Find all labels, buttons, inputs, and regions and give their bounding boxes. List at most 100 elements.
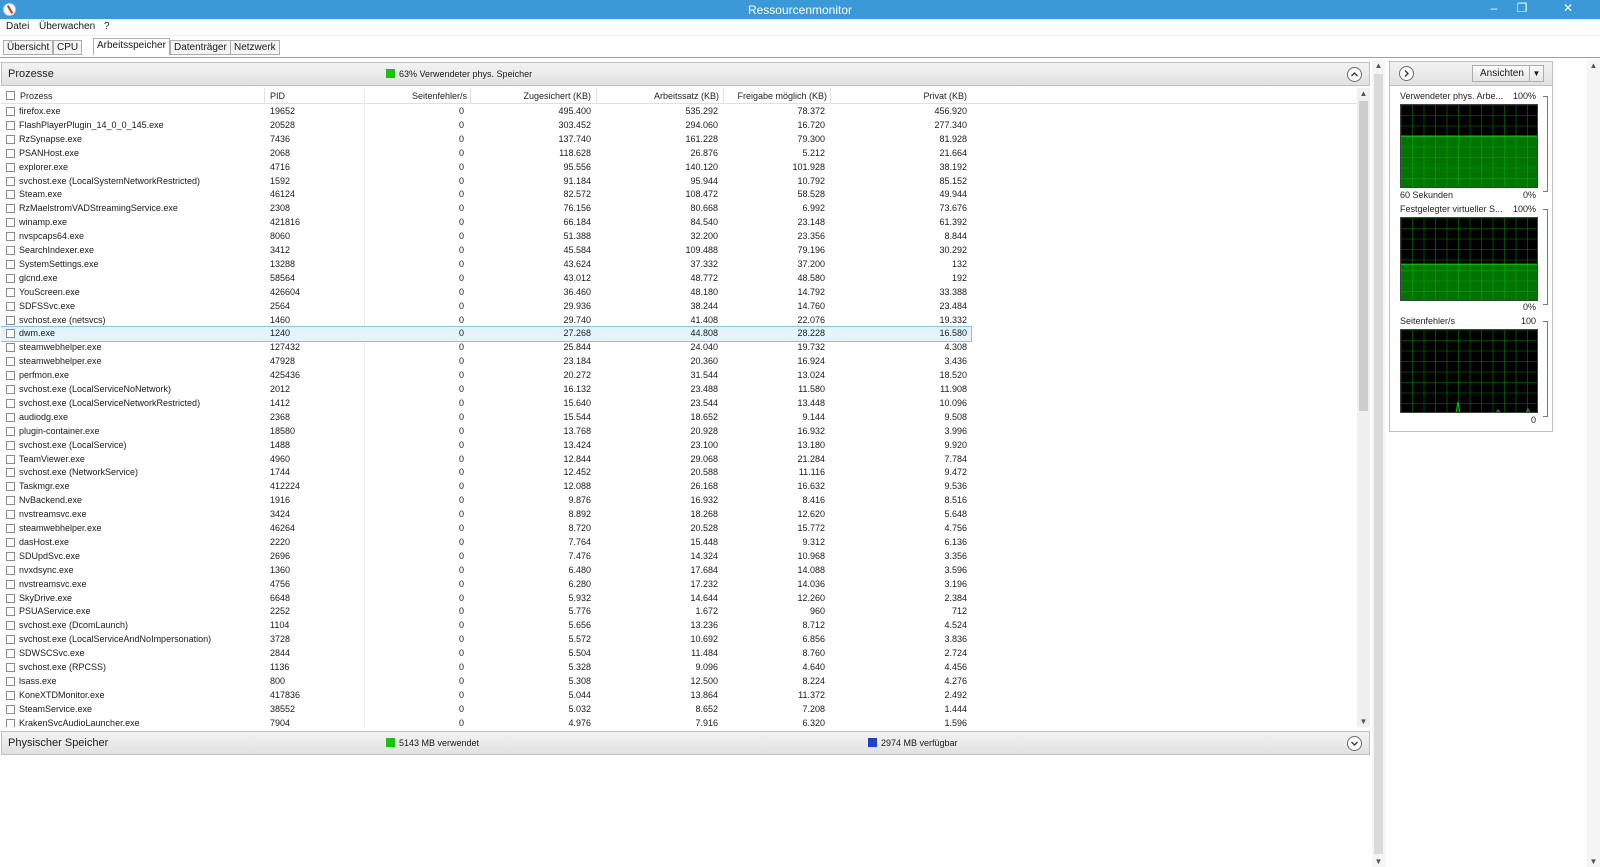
- column-header-process[interactable]: Prozess: [20, 91, 53, 101]
- table-row[interactable]: SkyDrive.exe 6648 0 5.932 14.644 12.260 2.384: [1, 592, 971, 606]
- table-row[interactable]: steamwebhelper.exe 46264 0 8.720 20.528 15.77…: [1, 522, 971, 536]
- table-row[interactable]: nvspcaps64.exe 8060 0 51.388 32.200 23.356 8.8…: [1, 230, 971, 244]
- row-checkbox[interactable]: [6, 635, 15, 645]
- row-checkbox[interactable]: [6, 287, 15, 297]
- row-checkbox[interactable]: [6, 510, 15, 520]
- toggle-side-panel-button[interactable]: [1399, 66, 1414, 81]
- table-row[interactable]: SearchIndexer.exe 3412 0 45.584 109.488 79.19…: [1, 244, 971, 258]
- row-checkbox[interactable]: [6, 273, 15, 283]
- row-checkbox[interactable]: [6, 398, 15, 408]
- menu-datei[interactable]: Datei: [6, 21, 29, 32]
- row-checkbox[interactable]: [6, 246, 15, 255]
- table-row[interactable]: PSUAService.exe 2252 0 5.776 1.672 960 712: [1, 605, 971, 619]
- scrollbar-thumb[interactable]: [1359, 101, 1368, 411]
- row-checkbox[interactable]: [6, 704, 15, 714]
- tab-datentraeger[interactable]: Datenträger: [170, 40, 231, 55]
- table-row[interactable]: nvxdsync.exe 1360 0 6.480 17.684 14.088 3.596: [1, 564, 971, 578]
- row-checkbox[interactable]: [6, 357, 15, 367]
- table-row[interactable]: plugin-container.exe 18580 0 13.768 20.928 16…: [1, 425, 971, 439]
- tab-arbeitsspeicher[interactable]: Arbeitsspeicher: [93, 38, 170, 55]
- side-scroll-down-icon[interactable]: ▼: [1587, 857, 1600, 866]
- main-scroll-up-icon[interactable]: ▲: [1372, 61, 1385, 70]
- views-button[interactable]: Ansichten ▼: [1472, 65, 1544, 82]
- scroll-up-arrow-icon[interactable]: ▲: [1357, 89, 1370, 98]
- table-row[interactable]: lsass.exe 800 0 5.308 12.500 8.224 4.276: [1, 675, 971, 689]
- row-checkbox[interactable]: [6, 537, 15, 547]
- restore-button[interactable]: ❐: [1508, 0, 1536, 19]
- table-row[interactable]: nvstreamsvc.exe 4756 0 6.280 17.232 14.036 3.1…: [1, 578, 971, 592]
- table-row[interactable]: SteamService.exe 38552 0 5.032 8.652 7.208 1.4…: [1, 703, 971, 717]
- tab-uebersicht[interactable]: Übersicht: [3, 40, 54, 55]
- row-checkbox[interactable]: [6, 565, 15, 575]
- row-checkbox[interactable]: [6, 690, 15, 700]
- row-checkbox[interactable]: [6, 232, 15, 242]
- select-all-checkbox[interactable]: [6, 91, 15, 100]
- row-checkbox[interactable]: [6, 148, 15, 158]
- table-row[interactable]: svchost.exe (netsvcs) 1460 0 29.740 41.408 22…: [1, 314, 971, 328]
- column-divider[interactable]: [723, 88, 724, 103]
- main-scrollbar[interactable]: ▲ ▼: [1372, 60, 1385, 867]
- table-row[interactable]: steamwebhelper.exe 47928 0 23.184 20.360 16.9…: [1, 355, 971, 369]
- row-checkbox[interactable]: [6, 593, 15, 603]
- table-row[interactable]: Taskmgr.exe 412224 0 12.088 26.168 16.632 9.53…: [1, 480, 971, 494]
- table-row[interactable]: SDUpdSvc.exe 2696 0 7.476 14.324 10.968 3.356: [1, 550, 971, 564]
- row-checkbox[interactable]: [6, 426, 15, 436]
- collapse-processes-button[interactable]: [1347, 67, 1362, 82]
- row-checkbox[interactable]: [6, 524, 15, 533]
- row-checkbox[interactable]: [6, 468, 15, 478]
- column-header-working-set[interactable]: Arbeitssatz (KB): [601, 91, 719, 101]
- main-scrollbar-thumb[interactable]: [1374, 74, 1383, 854]
- row-checkbox[interactable]: [6, 162, 15, 172]
- row-checkbox[interactable]: [6, 412, 15, 422]
- main-scroll-down-icon[interactable]: ▼: [1372, 857, 1385, 866]
- row-checkbox[interactable]: [6, 120, 15, 130]
- row-checkbox[interactable]: [6, 579, 15, 589]
- column-header-pid[interactable]: PID: [270, 91, 285, 101]
- table-row[interactable]: NvBackend.exe 1916 0 9.876 16.932 8.416 8.516: [1, 494, 971, 508]
- table-row[interactable]: KrakenSvcAudioLauncher.exe 7904 0 4.976 7.91…: [1, 717, 971, 727]
- physical-memory-header[interactable]: Physischer Speicher 5143 MB verwendet 29…: [1, 731, 1370, 755]
- table-row[interactable]: nvstreamsvc.exe 3424 0 8.892 18.268 12.620 5.6…: [1, 508, 971, 522]
- table-row[interactable]: KoneXTDMonitor.exe 417836 0 5.044 13.864 11.3…: [1, 689, 971, 703]
- row-checkbox[interactable]: [6, 607, 15, 617]
- table-row[interactable]: svchost.exe (LocalSystemNetworkRestricte…: [1, 175, 971, 189]
- menu-help[interactable]: ?: [104, 21, 110, 32]
- column-divider[interactable]: [470, 88, 471, 103]
- table-row[interactable]: RzMaelstromVADStreamingService.exe 2308 0 7…: [1, 202, 971, 216]
- table-row[interactable]: glcnd.exe 58564 0 43.012 48.772 48.580 192: [1, 272, 971, 286]
- table-row[interactable]: svchost.exe (RPCSS) 1136 0 5.328 9.096 4.640 4…: [1, 661, 971, 675]
- row-checkbox[interactable]: [6, 496, 15, 506]
- table-row[interactable]: TeamViewer.exe 4960 0 12.844 29.068 21.284 7.7…: [1, 453, 971, 467]
- process-table-scrollbar[interactable]: ▲ ▼: [1357, 88, 1370, 727]
- row-checkbox[interactable]: [6, 134, 15, 144]
- table-row[interactable]: svchost.exe (NetworkService) 1744 0 12.452 2…: [1, 466, 971, 480]
- row-checkbox[interactable]: [6, 621, 15, 631]
- row-checkbox[interactable]: [6, 190, 15, 200]
- row-checkbox[interactable]: [6, 204, 15, 214]
- row-checkbox[interactable]: [6, 440, 15, 450]
- table-row[interactable]: SDFSSvc.exe 2564 0 29.936 38.244 14.760 23.484: [1, 300, 971, 314]
- side-panel-scrollbar[interactable]: ▲ ▼: [1587, 60, 1600, 867]
- table-row[interactable]: RzSynapse.exe 7436 0 137.740 161.228 79.300 81…: [1, 133, 971, 147]
- table-row[interactable]: firefox.exe 19652 0 495.400 535.292 78.372 456…: [1, 105, 971, 119]
- row-checkbox[interactable]: [6, 551, 15, 561]
- row-checkbox[interactable]: [6, 301, 15, 311]
- table-row[interactable]: winamp.exe 421816 0 66.184 84.540 23.148 61.39…: [1, 216, 971, 230]
- table-row[interactable]: audiodg.exe 2368 0 15.544 18.652 9.144 9.508: [1, 411, 971, 425]
- tab-netzwerk[interactable]: Netzwerk: [230, 40, 280, 55]
- table-row[interactable]: svchost.exe (LocalServiceAndNoImpersonat…: [1, 633, 971, 647]
- processes-header[interactable]: Prozesse 63% Verwendeter phys. Speicher: [1, 62, 1370, 86]
- row-checkbox[interactable]: [6, 315, 15, 325]
- table-row[interactable]: Steam.exe 46124 0 82.572 108.472 58.528 49.944: [1, 188, 971, 202]
- table-row[interactable]: explorer.exe 4716 0 95.556 140.120 101.928 38.…: [1, 161, 971, 175]
- minimize-button[interactable]: –: [1480, 0, 1508, 19]
- row-checkbox[interactable]: [6, 385, 15, 394]
- column-divider[interactable]: [596, 88, 597, 103]
- row-checkbox[interactable]: [6, 649, 15, 659]
- table-row[interactable]: svchost.exe (LocalService) 1488 0 13.424 23.…: [1, 439, 971, 453]
- row-checkbox[interactable]: [6, 259, 15, 269]
- row-checkbox[interactable]: [6, 663, 15, 672]
- row-checkbox[interactable]: [6, 718, 15, 727]
- table-row[interactable]: svchost.exe (LocalServiceNoNetwork) 2012 0…: [1, 383, 971, 397]
- table-row[interactable]: YouScreen.exe 426604 0 36.460 48.180 14.792 33…: [1, 286, 971, 300]
